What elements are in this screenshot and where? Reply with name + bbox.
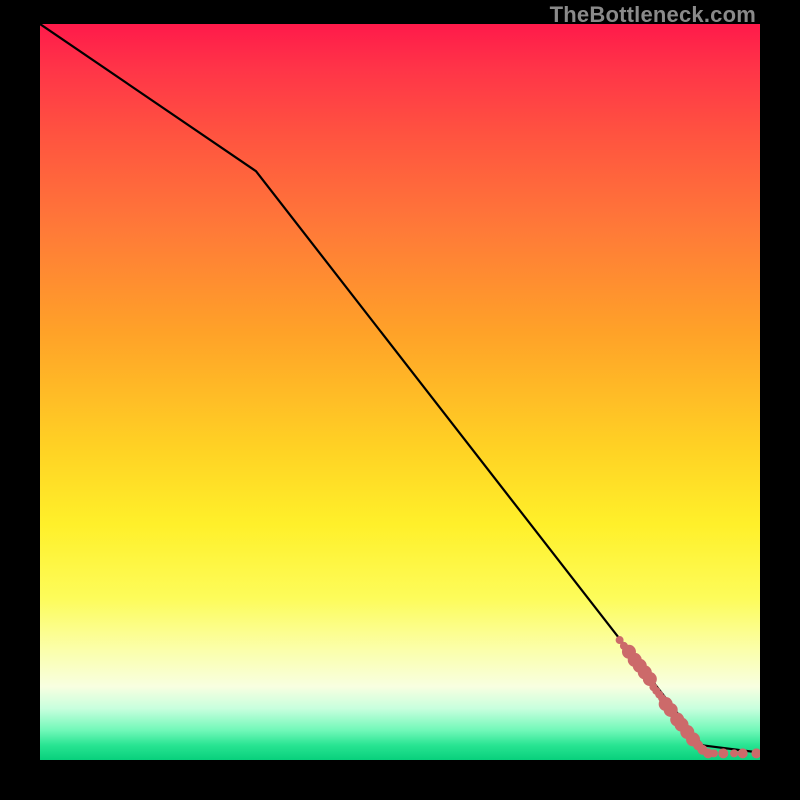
data-point <box>730 749 738 757</box>
scatter-layer <box>616 636 760 758</box>
trend-line <box>40 24 760 753</box>
data-point <box>710 749 718 757</box>
trend-line-layer <box>40 24 760 753</box>
data-point <box>751 748 760 758</box>
data-point <box>738 748 748 758</box>
chart-svg <box>40 24 760 760</box>
chart-stage: TheBottleneck.com <box>0 0 800 800</box>
plot-area <box>40 24 760 760</box>
data-point <box>718 748 728 758</box>
